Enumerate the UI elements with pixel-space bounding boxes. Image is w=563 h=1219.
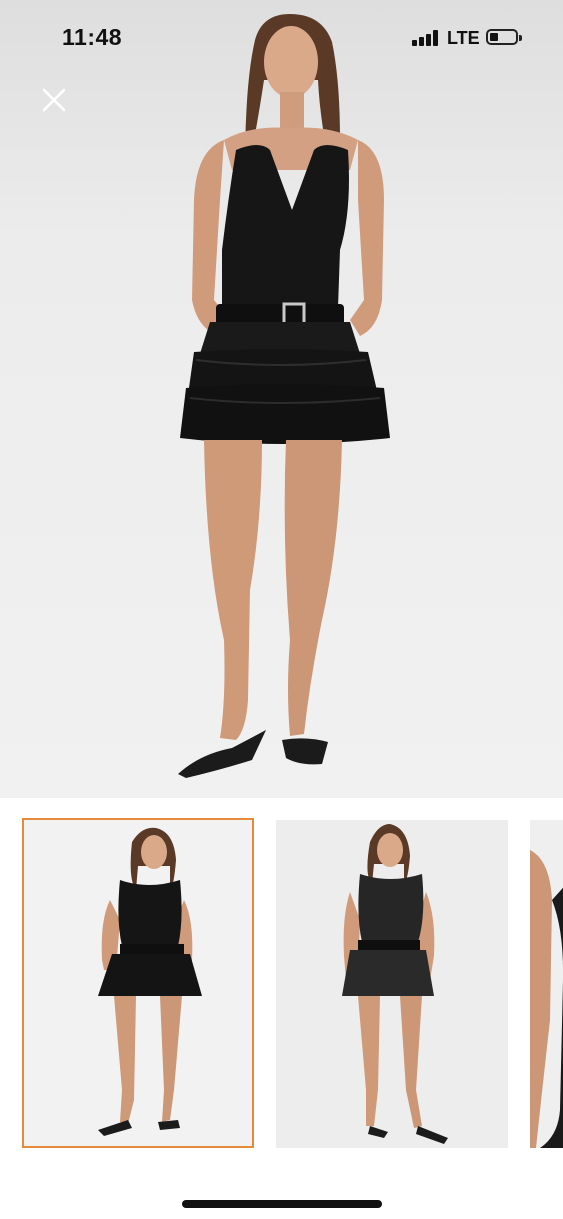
thumbnail-3[interactable] <box>530 820 563 1148</box>
status-time: 11:48 <box>62 24 123 50</box>
cellular-signal-icon <box>412 30 440 46</box>
battery-low-icon <box>486 29 522 45</box>
thumbnail-selected[interactable] <box>22 818 254 1148</box>
close-icon[interactable] <box>40 86 68 114</box>
thumbnail-photo-1 <box>98 827 202 1136</box>
home-indicator[interactable] <box>182 1200 382 1208</box>
thumbnail-2[interactable] <box>276 820 508 1148</box>
status-bar: 11:48 LTE <box>0 0 563 70</box>
model-photo <box>178 14 390 778</box>
thumbnail-photo-2 <box>342 824 448 1144</box>
thumbnail-strip[interactable] <box>0 818 563 1150</box>
thumbnail-photo-3 <box>530 850 563 1148</box>
product-image-main[interactable]: 11:48 LTE <box>0 0 563 798</box>
network-type: LTE <box>447 28 480 48</box>
